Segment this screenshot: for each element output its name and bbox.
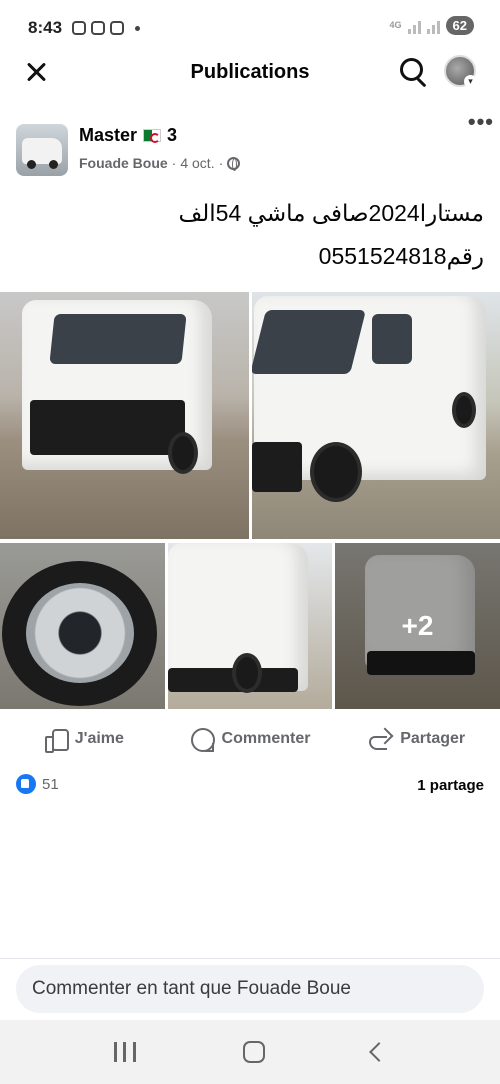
author-name-suffix: 3	[167, 125, 178, 145]
share-icon	[368, 727, 392, 751]
comment-input[interactable]: Commenter en tant que Fouade Boue	[16, 965, 484, 1013]
notification-icons	[72, 21, 141, 35]
comment-placeholder: Commenter en tant que Fouade Boue	[32, 978, 351, 999]
comment-label: Commenter	[221, 730, 311, 747]
post-photo-3[interactable]	[0, 543, 165, 709]
profile-avatar[interactable]: ▾	[444, 55, 477, 88]
back-icon[interactable]	[369, 1042, 390, 1062]
thumbs-up-icon	[43, 727, 69, 753]
reactions-summary[interactable]: 51	[16, 774, 59, 794]
post-actions: J'aime Commenter Partager	[0, 716, 500, 762]
facebook-notification-icon	[110, 21, 125, 35]
poster-name[interactable]: Fouade Boue	[79, 155, 168, 171]
more-notifications-icon	[135, 25, 141, 31]
comment-area: Commenter en tant que Fouade Boue	[0, 958, 500, 1020]
page-title: Publications	[190, 60, 310, 83]
author-avatar[interactable]	[16, 124, 68, 176]
post-photo-2[interactable]	[252, 292, 500, 539]
globe-icon	[227, 156, 241, 171]
more-photos-count: +2	[401, 610, 434, 641]
post-meta: Fouade Boue · 4 oct. ·	[79, 155, 241, 171]
home-icon[interactable]	[242, 1041, 265, 1063]
network-type: 4G	[389, 20, 402, 30]
status-time: 8:43	[28, 18, 63, 37]
system-nav-bar	[0, 1020, 500, 1084]
meta-separator: ·	[171, 155, 177, 171]
more-photos-overlay[interactable]: +2	[335, 543, 500, 709]
post-date[interactable]: 4 oct.	[180, 155, 214, 171]
post-text-line: مستارا2024صافى ماشي 54الف	[178, 200, 484, 226]
signal-icon	[407, 18, 421, 34]
comment-icon	[190, 727, 215, 752]
author-name-text: Master	[79, 125, 138, 145]
like-label: J'aime	[74, 730, 124, 747]
status-bar: 8:43 4G 62	[0, 0, 500, 56]
chevron-down-icon: ▾	[464, 75, 477, 88]
more-options-icon[interactable]: •••	[468, 111, 494, 133]
search-icon[interactable]	[398, 56, 430, 88]
share-button[interactable]: Partager	[333, 727, 500, 751]
gallery-notification-icon	[72, 21, 87, 35]
post-photo-5[interactable]: +2	[335, 543, 500, 709]
post-photo-4[interactable]	[168, 543, 332, 709]
app-header: Publications ▾	[0, 50, 500, 94]
shares-count[interactable]: 1 partage	[417, 777, 484, 794]
recent-apps-icon[interactable]	[113, 1042, 136, 1062]
post-text-line: رقم0551524818	[318, 243, 484, 269]
reactions-count: 51	[42, 775, 59, 793]
author-name[interactable]: Master 3	[79, 125, 177, 146]
chat-notification-icon	[91, 21, 106, 35]
post-text: مستارا2024صافى ماشي 54الف رقم0551524818	[20, 192, 484, 278]
like-reaction-icon	[16, 774, 36, 794]
close-icon[interactable]	[22, 58, 52, 88]
comment-button[interactable]: Commenter	[167, 727, 334, 752]
battery-indicator: 62	[445, 16, 474, 35]
post-photo-1[interactable]	[0, 292, 249, 539]
signal-2-icon	[426, 18, 440, 34]
meta-separator-2: ·	[218, 155, 224, 171]
share-label: Partager	[400, 730, 466, 747]
like-button[interactable]: J'aime	[0, 727, 167, 753]
system-status: 4G 62	[390, 16, 474, 35]
algeria-flag-icon	[143, 129, 162, 143]
